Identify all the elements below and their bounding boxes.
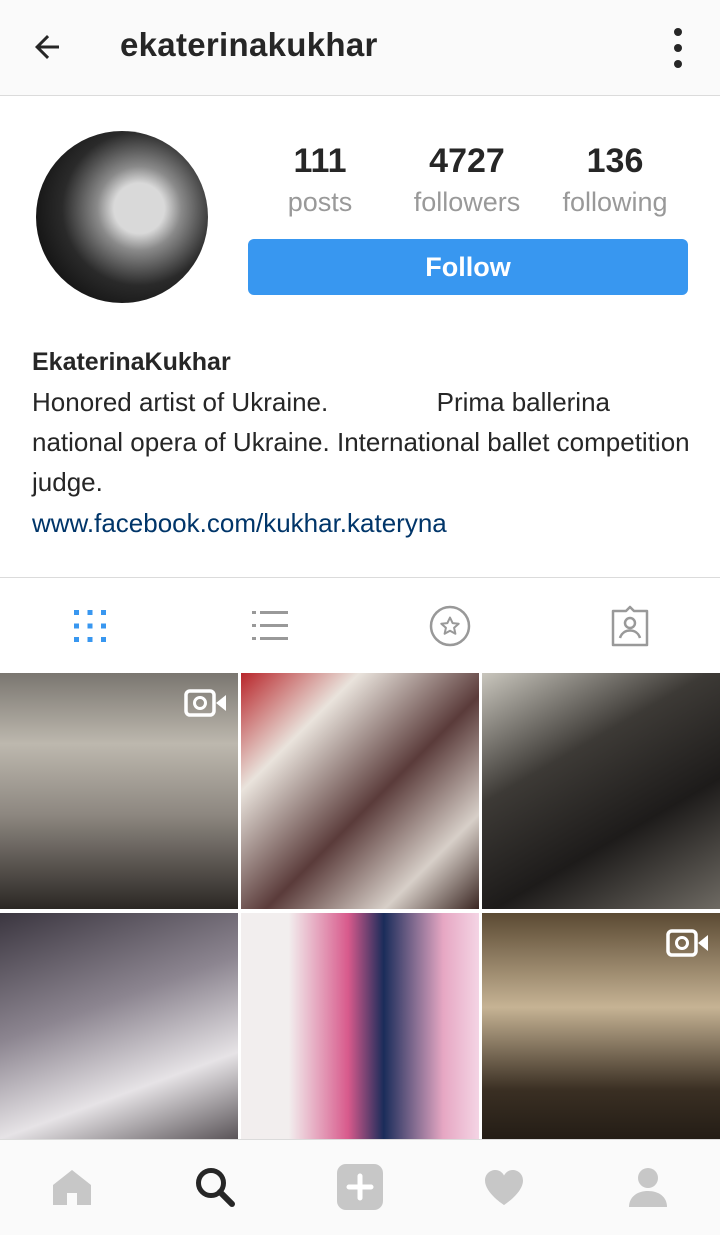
back-button[interactable]	[22, 22, 72, 72]
list-icon	[252, 611, 288, 640]
followers-label: followers	[413, 187, 521, 217]
following-label: following	[562, 187, 668, 217]
video-icon	[666, 929, 708, 957]
stat-followers[interactable]: 4727 followers	[400, 140, 534, 222]
post-thumbnail[interactable]	[482, 913, 720, 1149]
tab-grid[interactable]	[66, 602, 114, 650]
nav-home[interactable]	[47, 1162, 97, 1212]
top-bar: ekaterinakukhar	[0, 0, 720, 96]
post-thumbnail[interactable]	[0, 913, 238, 1149]
post-thumbnail[interactable]	[482, 673, 720, 909]
nav-add[interactable]	[335, 1162, 385, 1212]
profile-bio: Honored artist of Ukraine. Prima balleri…	[32, 387, 697, 497]
search-icon	[196, 1168, 235, 1207]
followers-count: 4727	[429, 142, 505, 180]
more-vertical-icon	[674, 28, 682, 36]
posts-count: 111	[293, 142, 347, 180]
grid-icon	[74, 610, 106, 642]
posts-label: posts	[287, 187, 353, 217]
tab-saved[interactable]	[426, 602, 474, 650]
heart-icon	[485, 1170, 523, 1205]
posts-grid	[0, 673, 720, 1149]
tab-list[interactable]	[246, 602, 294, 650]
post-thumbnail[interactable]	[241, 913, 479, 1149]
post-thumbnail[interactable]	[241, 673, 479, 909]
stat-following[interactable]: 136 following	[552, 140, 678, 222]
profile-avatar[interactable]	[36, 131, 208, 303]
profile-username-title: ekaterinakukhar	[120, 26, 378, 63]
follow-button[interactable]: Follow	[248, 239, 688, 295]
bottom-navigation	[0, 1139, 720, 1235]
nav-profile[interactable]	[623, 1162, 673, 1212]
tagged-person-icon	[611, 605, 649, 647]
more-options-button[interactable]	[666, 24, 690, 72]
profile-full-name: EkaterinaKukhar	[32, 348, 231, 376]
nav-activity[interactable]	[479, 1162, 529, 1212]
profile-icon	[629, 1168, 667, 1207]
nav-search[interactable]	[190, 1162, 240, 1212]
tab-tagged[interactable]	[606, 602, 654, 650]
profile-view-tabs	[0, 577, 720, 673]
add-icon	[337, 1164, 383, 1210]
profile-website-link[interactable]: www.facebook.com/kukhar.kateryna	[32, 508, 447, 539]
post-thumbnail[interactable]	[0, 673, 238, 909]
home-icon	[53, 1170, 91, 1205]
arrow-left-icon	[35, 35, 59, 59]
stat-posts[interactable]: 111 posts	[270, 140, 370, 222]
video-icon	[184, 689, 226, 717]
following-count: 136	[586, 142, 644, 180]
star-circle-icon	[429, 605, 471, 647]
